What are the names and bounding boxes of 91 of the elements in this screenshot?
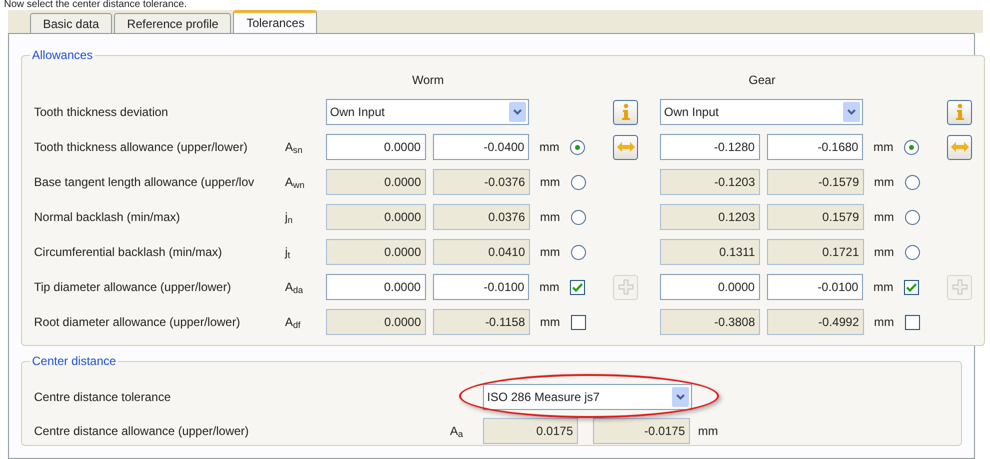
value-field: -0.0175 (593, 418, 690, 444)
plus-icon (952, 279, 968, 295)
column-header: Worm (412, 72, 444, 89)
value-field: 0.0410 (433, 239, 530, 265)
unit-text: mm (539, 140, 560, 154)
dropdown-field[interactable]: Own Input (660, 99, 864, 125)
checkbox[interactable] (904, 314, 920, 330)
value-field[interactable]: 0.0000 (326, 274, 426, 300)
swap-button[interactable] (947, 134, 972, 160)
unit-text: mm (540, 210, 560, 224)
value-field: -0.1158 (433, 309, 530, 335)
row-label: Tooth thickness allowance (upper/lower) (34, 139, 248, 156)
unit-text: mm (873, 280, 894, 294)
unit-text: mm (540, 245, 560, 259)
value-field: 0.1203 (660, 204, 760, 230)
value-field: 0.0000 (326, 169, 426, 195)
row-label: Circumferential backlash (min/max) (34, 244, 224, 261)
unit-text: mm (873, 140, 894, 154)
double-arrow-icon (950, 142, 969, 152)
symbol-text: A$_{wn}$ (285, 175, 305, 189)
radio-button[interactable] (904, 210, 920, 224)
symbol-text: j$_{n}$ (285, 210, 293, 224)
value-field: 0.1579 (767, 204, 864, 230)
group-title: Allowances (31, 47, 94, 64)
unit-text: mm (874, 245, 894, 259)
symbol-text: j$_{t}$ (285, 245, 290, 259)
dropdown-field[interactable]: Own Input (326, 99, 530, 125)
chevron-down-icon (509, 102, 526, 122)
value-field: -0.1579 (767, 169, 864, 195)
unit-text: mm (539, 280, 560, 294)
row-label: Root diameter allowance (upper/lower) (34, 314, 242, 331)
info-button[interactable] (947, 100, 972, 124)
value-field[interactable]: -0.0400 (432, 134, 530, 160)
swap-button[interactable] (613, 134, 638, 160)
row-label: Centre distance allowance (upper/lower) (34, 424, 249, 438)
double-arrow-icon (616, 142, 635, 152)
radio-button[interactable] (570, 140, 585, 154)
radio-button[interactable] (904, 140, 919, 154)
checkbox[interactable] (570, 314, 586, 330)
unit-text: mm (540, 175, 560, 189)
radio-button[interactable] (904, 174, 920, 190)
row-label: Normal backlash (min/max) (34, 209, 182, 226)
value-field[interactable]: -0.1680 (766, 134, 864, 160)
info-icon (954, 103, 965, 121)
unit-text: mm (540, 315, 560, 329)
chevron-down-icon (672, 387, 689, 407)
unit-text: mm (874, 175, 894, 189)
caption-text: Now select the center distance tolerance. (4, 0, 187, 10)
info-button[interactable] (613, 100, 638, 124)
value-field: 0.1721 (767, 239, 864, 265)
value-field[interactable]: -0.0100 (432, 274, 530, 300)
dropdown-field[interactable]: ISO 286 Measure js7 (483, 384, 692, 410)
row-label: Centre distance tolerance (34, 390, 171, 404)
row-label: Tooth thickness deviation (34, 104, 170, 121)
symbol-text: A$_{a}$ (450, 424, 464, 438)
value-field: -0.3808 (660, 309, 760, 335)
value-field: 0.0376 (433, 204, 530, 230)
radio-button[interactable] (570, 174, 586, 190)
value-field[interactable]: 0.0000 (326, 134, 426, 160)
value-field: -0.1203 (660, 169, 760, 195)
value-field: 0.1311 (660, 239, 760, 265)
column-header: Gear (748, 72, 776, 89)
info-icon (620, 103, 631, 121)
value-field: -0.0376 (433, 169, 530, 195)
value-field: 0.0000 (326, 309, 426, 335)
radio-button[interactable] (570, 244, 586, 260)
tab[interactable]: Reference profile (114, 13, 232, 33)
unit-text: mm (698, 424, 718, 438)
tab[interactable]: Basic data (30, 13, 112, 33)
symbol-text: A$_{df}$ (285, 315, 301, 329)
checkbox[interactable] (904, 280, 919, 294)
value-field[interactable]: -0.0100 (766, 274, 864, 300)
unit-text: mm (874, 315, 894, 329)
row-label: Tip diameter allowance (upper/lower) (34, 279, 232, 296)
group-title: Center distance (31, 353, 118, 370)
plus-icon (618, 279, 634, 295)
value-field: -0.4992 (767, 309, 864, 335)
tab[interactable]: Tolerances (233, 10, 318, 33)
value-field: 0.0000 (326, 239, 426, 265)
chevron-down-icon (843, 102, 860, 122)
checkbox[interactable] (570, 280, 585, 294)
value-field: 0.0000 (326, 204, 426, 230)
radio-button[interactable] (570, 210, 586, 224)
radio-button[interactable] (904, 244, 920, 260)
value-field[interactable]: 0.0000 (660, 274, 760, 300)
value-field[interactable]: -0.1280 (660, 134, 760, 160)
row-label: Base tangent length allowance (upper/lov (34, 174, 256, 191)
symbol-text: A$_{da}$ (285, 280, 304, 294)
value-field: 0.0175 (483, 418, 578, 444)
symbol-text: A$_{sn}$ (285, 140, 303, 154)
unit-text: mm (874, 210, 894, 224)
